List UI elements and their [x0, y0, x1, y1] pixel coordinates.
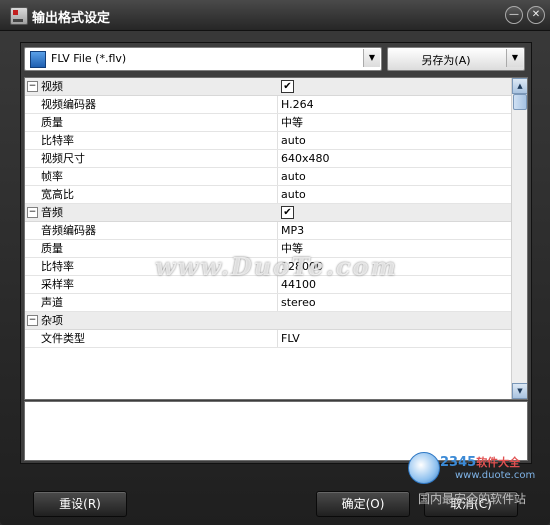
- property-value[interactable]: FLV: [281, 330, 300, 347]
- window-title: 输出格式设定: [32, 11, 111, 26]
- property-row[interactable]: 音频编码器 MP3: [25, 222, 511, 240]
- property-value[interactable]: 中等: [281, 114, 303, 131]
- property-name: 声道: [41, 296, 63, 309]
- scroll-down-icon[interactable]: ▼: [512, 383, 527, 399]
- property-name-cell: 宽高比: [25, 186, 278, 203]
- property-name: 质量: [41, 242, 63, 255]
- property-value[interactable]: auto: [281, 186, 306, 203]
- property-name-cell: 声道: [25, 294, 278, 311]
- dialog-window: 输出格式设定 — ✕ FLV File (*.flv) ▼ 另存为(A) ▼ −: [0, 0, 550, 525]
- title-bar[interactable]: 输出格式设定 — ✕: [0, 0, 550, 31]
- property-name: 文件类型: [41, 332, 85, 345]
- video-enabled-checkbox[interactable]: ✔: [281, 80, 294, 93]
- app-icon: [10, 7, 28, 25]
- format-select[interactable]: FLV File (*.flv) ▼: [24, 47, 382, 71]
- property-rows: − 视频 ✔ 视频编码器 H.264 质量 中等 比特率 auto 视频尺寸 6…: [25, 78, 511, 348]
- property-row[interactable]: 宽高比 auto: [25, 186, 511, 204]
- property-row[interactable]: 视频尺寸 640x480: [25, 150, 511, 168]
- format-select-value: FLV File (*.flv): [51, 52, 127, 65]
- property-name: 宽高比: [41, 188, 74, 201]
- scroll-thumb[interactable]: [513, 94, 527, 110]
- property-name-cell: 音频编码器: [25, 222, 278, 239]
- property-value[interactable]: 640x480: [281, 150, 330, 167]
- category-cell: − 音频: [25, 204, 277, 221]
- property-value[interactable]: H.264: [281, 96, 314, 113]
- category-row-video[interactable]: − 视频 ✔: [25, 78, 511, 96]
- audio-enabled-checkbox[interactable]: ✔: [281, 206, 294, 219]
- toolbar: FLV File (*.flv) ▼ 另存为(A) ▼: [24, 47, 528, 73]
- property-name-cell: 文件类型: [25, 330, 278, 347]
- badge-suffix: 软件大全: [476, 456, 521, 469]
- site-logo-icon: [408, 452, 440, 484]
- scroll-up-icon[interactable]: ▲: [512, 78, 527, 94]
- property-name-cell: 帧率: [25, 168, 278, 185]
- category-label: 视频: [41, 80, 63, 93]
- property-value[interactable]: auto: [281, 168, 306, 185]
- property-name: 帧率: [41, 170, 63, 183]
- property-row[interactable]: 比特率 auto: [25, 132, 511, 150]
- category-row-misc[interactable]: − 杂项: [25, 312, 511, 330]
- reset-button[interactable]: 重设(R): [33, 491, 127, 517]
- badge-brand: 2345: [440, 455, 477, 470]
- category-label: 音频: [41, 206, 63, 219]
- property-name: 视频尺寸: [41, 152, 85, 165]
- property-row[interactable]: 帧率 auto: [25, 168, 511, 186]
- close-button[interactable]: ✕: [527, 6, 545, 24]
- property-value[interactable]: stereo: [281, 294, 316, 311]
- property-value[interactable]: MP3: [281, 222, 304, 239]
- save-as-button[interactable]: 另存为(A) ▼: [387, 47, 525, 71]
- site-badge: 2345软件大全: [440, 454, 520, 470]
- property-row[interactable]: 视频编码器 H.264: [25, 96, 511, 114]
- category-cell: − 杂项: [25, 312, 277, 329]
- video-file-icon: [30, 51, 46, 68]
- save-as-dropdown-icon[interactable]: ▼: [506, 49, 523, 67]
- property-name: 音频编码器: [41, 224, 96, 237]
- collapse-icon[interactable]: −: [27, 81, 38, 92]
- property-row[interactable]: 质量 中等: [25, 114, 511, 132]
- property-value[interactable]: auto: [281, 132, 306, 149]
- save-as-label: 另存为(A): [421, 54, 471, 67]
- property-name-cell: 比特率: [25, 132, 278, 149]
- property-row[interactable]: 文件类型 FLV: [25, 330, 511, 348]
- category-cell: − 视频: [25, 78, 277, 95]
- description-pane: [24, 401, 528, 461]
- property-name: 比特率: [41, 260, 74, 273]
- category-row-audio[interactable]: − 音频 ✔: [25, 204, 511, 222]
- vertical-scrollbar[interactable]: ▲ ▼: [511, 78, 527, 399]
- site-watermark: www.DuoTe.com: [155, 252, 398, 281]
- minimize-button[interactable]: —: [505, 6, 523, 24]
- site-slogan: 国内最安全的软件站: [418, 492, 527, 506]
- category-label: 杂项: [41, 314, 63, 327]
- collapse-icon[interactable]: −: [27, 315, 38, 326]
- property-name: 采样率: [41, 278, 74, 291]
- property-name-cell: 质量: [25, 114, 278, 131]
- property-row[interactable]: 声道 stereo: [25, 294, 511, 312]
- property-grid: − 视频 ✔ 视频编码器 H.264 质量 中等 比特率 auto 视频尺寸 6…: [24, 77, 528, 400]
- property-name: 视频编码器: [41, 98, 96, 111]
- property-name-cell: 视频编码器: [25, 96, 278, 113]
- collapse-icon[interactable]: −: [27, 207, 38, 218]
- property-name: 比特率: [41, 134, 74, 147]
- site-url: www.duote.com: [455, 470, 536, 481]
- ok-button[interactable]: 确定(O): [316, 491, 410, 517]
- property-name-cell: 视频尺寸: [25, 150, 278, 167]
- property-name: 质量: [41, 116, 63, 129]
- chevron-down-icon[interactable]: ▼: [363, 49, 380, 67]
